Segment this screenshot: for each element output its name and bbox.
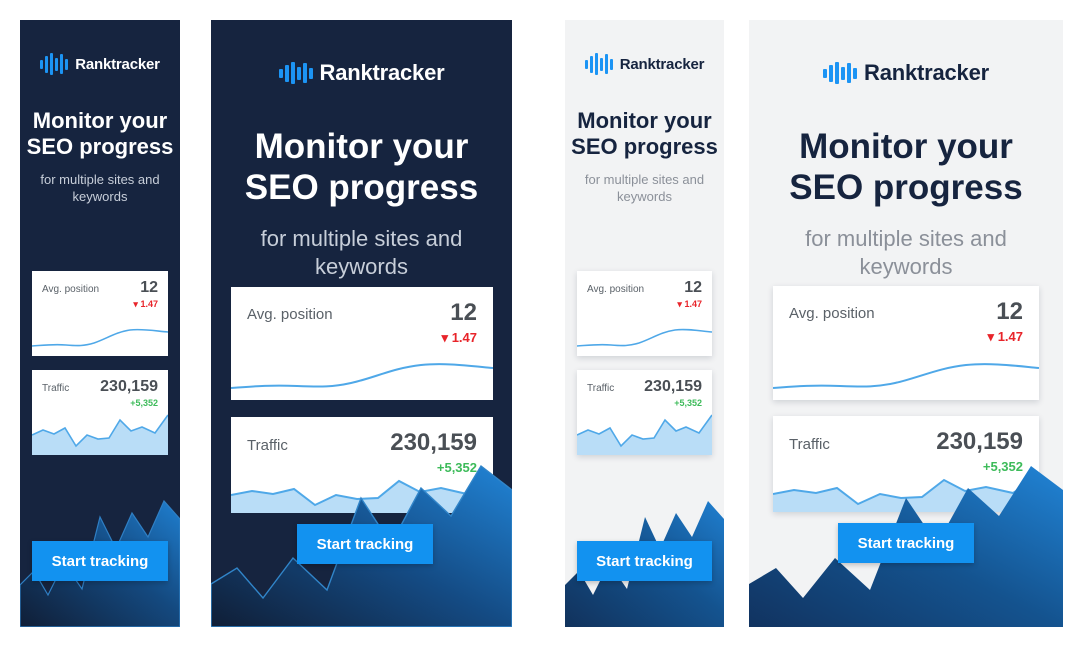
headline: Monitor your SEO progress xyxy=(20,108,180,160)
metric-card-avg-position[interactable]: Avg. position 12 ▾ 1.47 xyxy=(773,286,1039,400)
brand-name: Ranktracker xyxy=(864,60,989,85)
delta-value: 1.47 xyxy=(140,299,158,309)
start-tracking-button[interactable]: Start tracking xyxy=(577,541,712,581)
brand-logo: Ranktracker xyxy=(211,60,512,86)
metric-label: Traffic xyxy=(789,436,830,453)
delta-value: 1.47 xyxy=(997,329,1023,344)
metric-label: Traffic xyxy=(587,383,615,394)
metric-delta: ▾ 1.47 xyxy=(988,329,1023,345)
headline-line-1: Monitor your xyxy=(577,108,712,133)
metric-card-traffic[interactable]: Traffic 230,159 +5,352 xyxy=(32,370,168,455)
delta-value: 1.47 xyxy=(451,330,477,345)
banner-light-small: Ranktracker Monitor your SEO progress fo… xyxy=(565,20,724,627)
metric-label: Avg. position xyxy=(587,284,645,295)
metric-value: 12 xyxy=(996,298,1023,325)
avg-position-sparkline xyxy=(32,322,168,356)
metric-card-traffic[interactable]: Traffic 230,159 +5,352 xyxy=(577,370,712,455)
metric-value: 12 xyxy=(140,279,158,296)
brand-logo: Ranktracker xyxy=(565,53,724,75)
sound-bars-logo-icon xyxy=(40,53,69,75)
metric-value: 230,159 xyxy=(390,429,477,456)
start-tracking-button[interactable]: Start tracking xyxy=(838,523,974,563)
brand-name: Ranktracker xyxy=(619,55,705,73)
brand-name: Ranktracker xyxy=(319,60,445,85)
headline-line-2: SEO progress xyxy=(789,168,1023,208)
start-tracking-button[interactable]: Start tracking xyxy=(32,541,168,581)
metric-card-avg-position[interactable]: Avg. position 12 ▾ 1.47 xyxy=(32,271,168,356)
banner-dark-small: Ranktracker Monitor your SEO progress fo… xyxy=(20,20,180,627)
delta-arrow-down-icon: ▾ xyxy=(133,299,138,309)
delta-arrow-down-icon: ▾ xyxy=(987,329,995,344)
headline-line-2: SEO progress xyxy=(26,133,174,159)
subheadline: for multiple sites and keywords xyxy=(584,171,705,204)
banner-dark-large: Ranktracker Monitor your SEO progress fo… xyxy=(211,20,512,627)
metric-value: 12 xyxy=(450,299,477,326)
traffic-sparkline xyxy=(231,473,493,513)
brand-logo: Ranktracker xyxy=(20,53,180,75)
metric-card-avg-position[interactable]: Avg. position 12 ▾ 1.47 xyxy=(577,271,712,356)
avg-position-sparkline xyxy=(231,356,493,400)
sound-bars-logo-icon xyxy=(823,61,857,86)
headline: Monitor your SEO progress xyxy=(749,126,1063,209)
metric-card-traffic[interactable]: Traffic 230,159 +5,352 xyxy=(773,416,1039,512)
traffic-sparkline xyxy=(577,409,712,455)
headline-line-1: Monitor your xyxy=(32,108,168,133)
brand-name: Ranktracker xyxy=(75,55,160,73)
avg-position-sparkline xyxy=(773,356,1039,400)
start-tracking-button[interactable]: Start tracking xyxy=(297,524,433,564)
delta-arrow-down-icon: ▾ xyxy=(441,330,449,345)
traffic-sparkline xyxy=(773,472,1039,512)
headline-line-2: SEO progress xyxy=(571,133,718,159)
sound-bars-logo-icon xyxy=(278,61,313,86)
metric-value: 12 xyxy=(684,279,702,296)
metric-label: Avg. position xyxy=(789,305,875,322)
subheadline: for multiple sites and keywords xyxy=(260,225,463,280)
banner-set-canvas: Ranktracker Monitor your SEO progress fo… xyxy=(0,0,1076,657)
subheadline: for multiple sites and keywords xyxy=(40,171,160,204)
metric-delta: ▾ 1.47 xyxy=(133,299,158,310)
headline: Monitor your SEO progress xyxy=(565,108,724,160)
metric-card-avg-position[interactable]: Avg. position 12 ▾ 1.47 xyxy=(231,287,493,400)
subheadline: for multiple sites and keywords xyxy=(805,225,1007,280)
metric-value: 230,159 xyxy=(644,378,702,395)
sound-bars-logo-icon xyxy=(584,53,613,75)
avg-position-sparkline xyxy=(577,322,712,356)
headline: Monitor your SEO progress xyxy=(211,126,512,209)
metric-value: 230,159 xyxy=(100,378,158,395)
metric-delta: +5,352 xyxy=(674,398,702,408)
metric-value: 230,159 xyxy=(936,428,1023,455)
metric-label: Avg. position xyxy=(42,284,100,295)
metric-card-traffic[interactable]: Traffic 230,159 +5,352 xyxy=(231,417,493,513)
metric-label: Traffic xyxy=(42,383,70,394)
delta-arrow-down-icon: ▾ xyxy=(677,299,682,309)
traffic-sparkline xyxy=(32,409,168,455)
headline-line-1: Monitor your xyxy=(254,127,469,166)
metric-delta: +5,352 xyxy=(130,398,158,408)
banner-light-large: Ranktracker Monitor your SEO progress fo… xyxy=(749,20,1063,627)
headline-line-1: Monitor your xyxy=(799,127,1013,166)
metric-delta: ▾ 1.47 xyxy=(677,299,702,310)
metric-label: Traffic xyxy=(247,437,288,454)
metric-label: Avg. position xyxy=(247,306,333,323)
metric-delta: ▾ 1.47 xyxy=(442,330,477,346)
headline-line-2: SEO progress xyxy=(244,168,479,208)
brand-logo: Ranktracker xyxy=(749,60,1063,86)
delta-value: 1.47 xyxy=(684,299,702,309)
